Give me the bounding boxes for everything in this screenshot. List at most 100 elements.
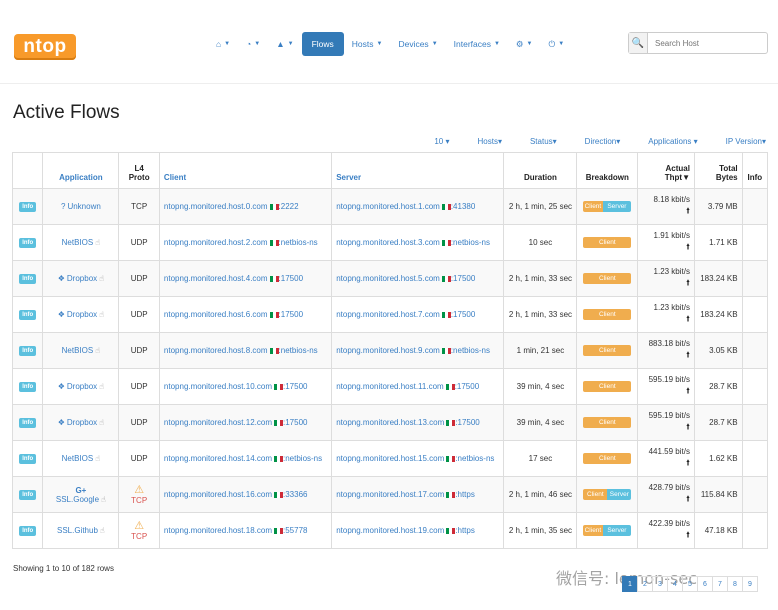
- server-cell[interactable]: ntopng.monitored.host.11.com:17500: [331, 368, 505, 405]
- application-cell[interactable]: ❖ Dropbox ☝: [42, 404, 120, 441]
- server-port[interactable]: :netbios-ns: [451, 346, 490, 355]
- nav-interfaces[interactable]: Interfaces ▼: [446, 32, 508, 56]
- server-port[interactable]: :17500: [451, 274, 475, 283]
- nav-devices[interactable]: Devices ▼: [390, 32, 445, 56]
- application-cell[interactable]: SSL.Github ☝: [42, 512, 120, 549]
- client-cell[interactable]: ntopng.monitored.host.18.com :55778: [158, 512, 333, 549]
- client-port[interactable]: :netbios-ns: [279, 238, 318, 247]
- client-cell[interactable]: ntopng.monitored.host.12.com :17500: [158, 404, 333, 441]
- server-cell[interactable]: ntopng.monitored.host.1.com:41380: [331, 188, 505, 225]
- nav-flows[interactable]: Flows: [301, 32, 344, 56]
- server-host[interactable]: ntopng.monitored.host.3.com: [336, 238, 440, 247]
- server-cell[interactable]: ntopng.monitored.host.7.com:17500: [331, 296, 505, 333]
- page-button[interactable]: 5: [682, 576, 698, 592]
- server-port[interactable]: :netbios-ns: [455, 454, 494, 463]
- application-cell[interactable]: NetBIOS ☝: [42, 332, 120, 369]
- server-host[interactable]: ntopng.monitored.host.9.com: [336, 346, 440, 355]
- client-port[interactable]: :17500: [283, 418, 307, 427]
- col-header-info[interactable]: Info: [741, 152, 769, 189]
- server-port[interactable]: :https: [455, 526, 475, 535]
- direction-filter-dropdown[interactable]: Direction▾: [571, 137, 621, 146]
- table-row[interactable]: Info ❖ Dropbox ☝ UDP ntopng.monitored.host.6.…: [11, 296, 769, 333]
- application-cell[interactable]: G+ SSL.Google ☝: [42, 476, 120, 513]
- home-menu[interactable]: ⌂ ▼: [208, 32, 238, 56]
- server-port[interactable]: :41380: [451, 202, 475, 211]
- server-host[interactable]: ntopng.monitored.host.17.com: [336, 490, 444, 499]
- status-filter-dropdown[interactable]: Status▾: [516, 137, 557, 146]
- client-host[interactable]: ntopng.monitored.host.12.com: [164, 418, 272, 427]
- col-header-bytes[interactable]: Total Bytes: [693, 152, 743, 189]
- table-row[interactable]: Info NetBIOS ☝ UDP ntopng.monitored.host.14.…: [11, 440, 769, 477]
- client-port[interactable]: :netbios-ns: [279, 346, 318, 355]
- page-button[interactable]: 6: [697, 576, 713, 592]
- table-row[interactable]: Info G+ SSL.Google ☝ ⚠ TCP ntopng.monitored.ho…: [11, 476, 769, 513]
- table-row[interactable]: Info? Unknown TCP ntopng.monitored.host.0.c…: [11, 188, 769, 225]
- application-cell[interactable]: ? Unknown: [42, 188, 120, 225]
- info-button[interactable]: Info: [19, 238, 37, 248]
- settings-menu[interactable]: ⚙ ▼: [508, 32, 541, 56]
- client-port[interactable]: :17500: [279, 310, 303, 319]
- info-button[interactable]: Info: [19, 490, 37, 500]
- page-button[interactable]: 3: [652, 576, 668, 592]
- applications-filter-dropdown[interactable]: Applications ▾: [634, 137, 697, 146]
- server-port[interactable]: :17500: [451, 310, 475, 319]
- server-cell[interactable]: ntopng.monitored.host.19.com :https: [331, 512, 505, 549]
- client-cell[interactable]: ntopng.monitored.host.16.com:33366: [158, 476, 333, 513]
- search-icon[interactable]: 🔍: [629, 33, 648, 53]
- ntop-logo[interactable]: ntop: [14, 34, 76, 60]
- server-cell[interactable]: ntopng.monitored.host.13.com:17500: [331, 404, 505, 441]
- page-button[interactable]: 7: [712, 576, 728, 592]
- client-port[interactable]: :33366: [283, 490, 307, 499]
- client-port[interactable]: :55778: [283, 526, 307, 535]
- alerts-menu[interactable]: ▲ ▼: [268, 32, 301, 56]
- col-header-application[interactable]: Application: [42, 152, 120, 189]
- client-cell[interactable]: ntopng.monitored.host.2.com:netbios-ns: [158, 224, 333, 261]
- client-host[interactable]: ntopng.monitored.host.4.com: [164, 274, 268, 283]
- server-host[interactable]: ntopng.monitored.host.11.com: [336, 382, 443, 391]
- info-button[interactable]: Info: [19, 526, 37, 536]
- col-header-breakdown[interactable]: Breakdown: [576, 152, 639, 189]
- nav-hosts[interactable]: Hosts ▼: [344, 32, 391, 56]
- client-port[interactable]: :2222: [279, 202, 299, 211]
- page-button[interactable]: 2: [637, 576, 653, 592]
- client-host[interactable]: ntopng.monitored.host.8.com: [164, 346, 268, 355]
- client-host[interactable]: ntopng.monitored.host.18.com: [164, 526, 272, 535]
- server-cell[interactable]: ntopng.monitored.host.5.com:17500: [331, 260, 505, 297]
- client-cell[interactable]: ntopng.monitored.host.0.com:2222: [158, 188, 333, 225]
- table-row[interactable]: Info NetBIOS ☝ UDP ntopng.monitored.host.8.c…: [11, 332, 769, 369]
- client-cell[interactable]: ntopng.monitored.host.6.com :17500: [158, 296, 333, 333]
- table-row[interactable]: Info NetBIOS ☝ UDP ntopng.monitored.host.2.c…: [11, 224, 769, 261]
- info-button[interactable]: Info: [19, 382, 37, 392]
- table-row[interactable]: Info ❖ Dropbox ☝ UDP ntopng.monitored.host.4.…: [11, 260, 769, 297]
- application-cell[interactable]: NetBIOS ☝: [42, 224, 120, 261]
- application-cell[interactable]: ❖ Dropbox ☝: [42, 296, 120, 333]
- power-menu[interactable]: ⏻ ▼: [541, 32, 573, 56]
- col-header-proto[interactable]: L4 Proto: [118, 152, 160, 189]
- ip-version-filter-dropdown[interactable]: IP Version▾: [712, 137, 766, 146]
- info-button[interactable]: Info: [19, 202, 37, 212]
- client-cell[interactable]: ntopng.monitored.host.8.com :netbios-ns: [158, 332, 333, 369]
- server-host[interactable]: ntopng.monitored.host.19.com: [336, 526, 444, 535]
- server-cell[interactable]: ntopng.monitored.host.3.com :netbios-ns: [331, 224, 505, 261]
- application-cell[interactable]: NetBIOS ☝: [42, 440, 120, 477]
- info-button[interactable]: Info: [19, 454, 37, 464]
- col-header-thpt[interactable]: Actual Thpt▼: [637, 152, 695, 189]
- col-header-client[interactable]: Client: [158, 152, 333, 189]
- client-host[interactable]: ntopng.monitored.host.6.com: [164, 310, 268, 319]
- server-port[interactable]: :https: [455, 490, 475, 499]
- info-button[interactable]: Info: [19, 274, 37, 284]
- hosts-filter-dropdown[interactable]: Hosts▾: [464, 137, 502, 146]
- page-button[interactable]: 4: [667, 576, 683, 592]
- client-port[interactable]: :17500: [283, 382, 307, 391]
- server-host[interactable]: ntopng.monitored.host.15.com: [336, 454, 444, 463]
- server-host[interactable]: ntopng.monitored.host.13.com: [336, 418, 444, 427]
- page-button[interactable]: 1: [622, 576, 638, 592]
- server-port[interactable]: :netbios-ns: [451, 238, 490, 247]
- client-host[interactable]: ntopng.monitored.host.14.com: [164, 454, 272, 463]
- client-host[interactable]: ntopng.monitored.host.10.com: [164, 382, 272, 391]
- server-cell[interactable]: ntopng.monitored.host.15.com :netbios-ns: [331, 440, 505, 477]
- client-port[interactable]: :17500: [279, 274, 303, 283]
- table-row[interactable]: Info SSL.Github ☝ ⚠ TCP ntopng.monitored.host…: [11, 512, 769, 549]
- client-cell[interactable]: ntopng.monitored.host.4.com :17500: [158, 260, 333, 297]
- table-row[interactable]: Info ❖ Dropbox ☝ UDP ntopng.monitored.host.10…: [11, 368, 769, 405]
